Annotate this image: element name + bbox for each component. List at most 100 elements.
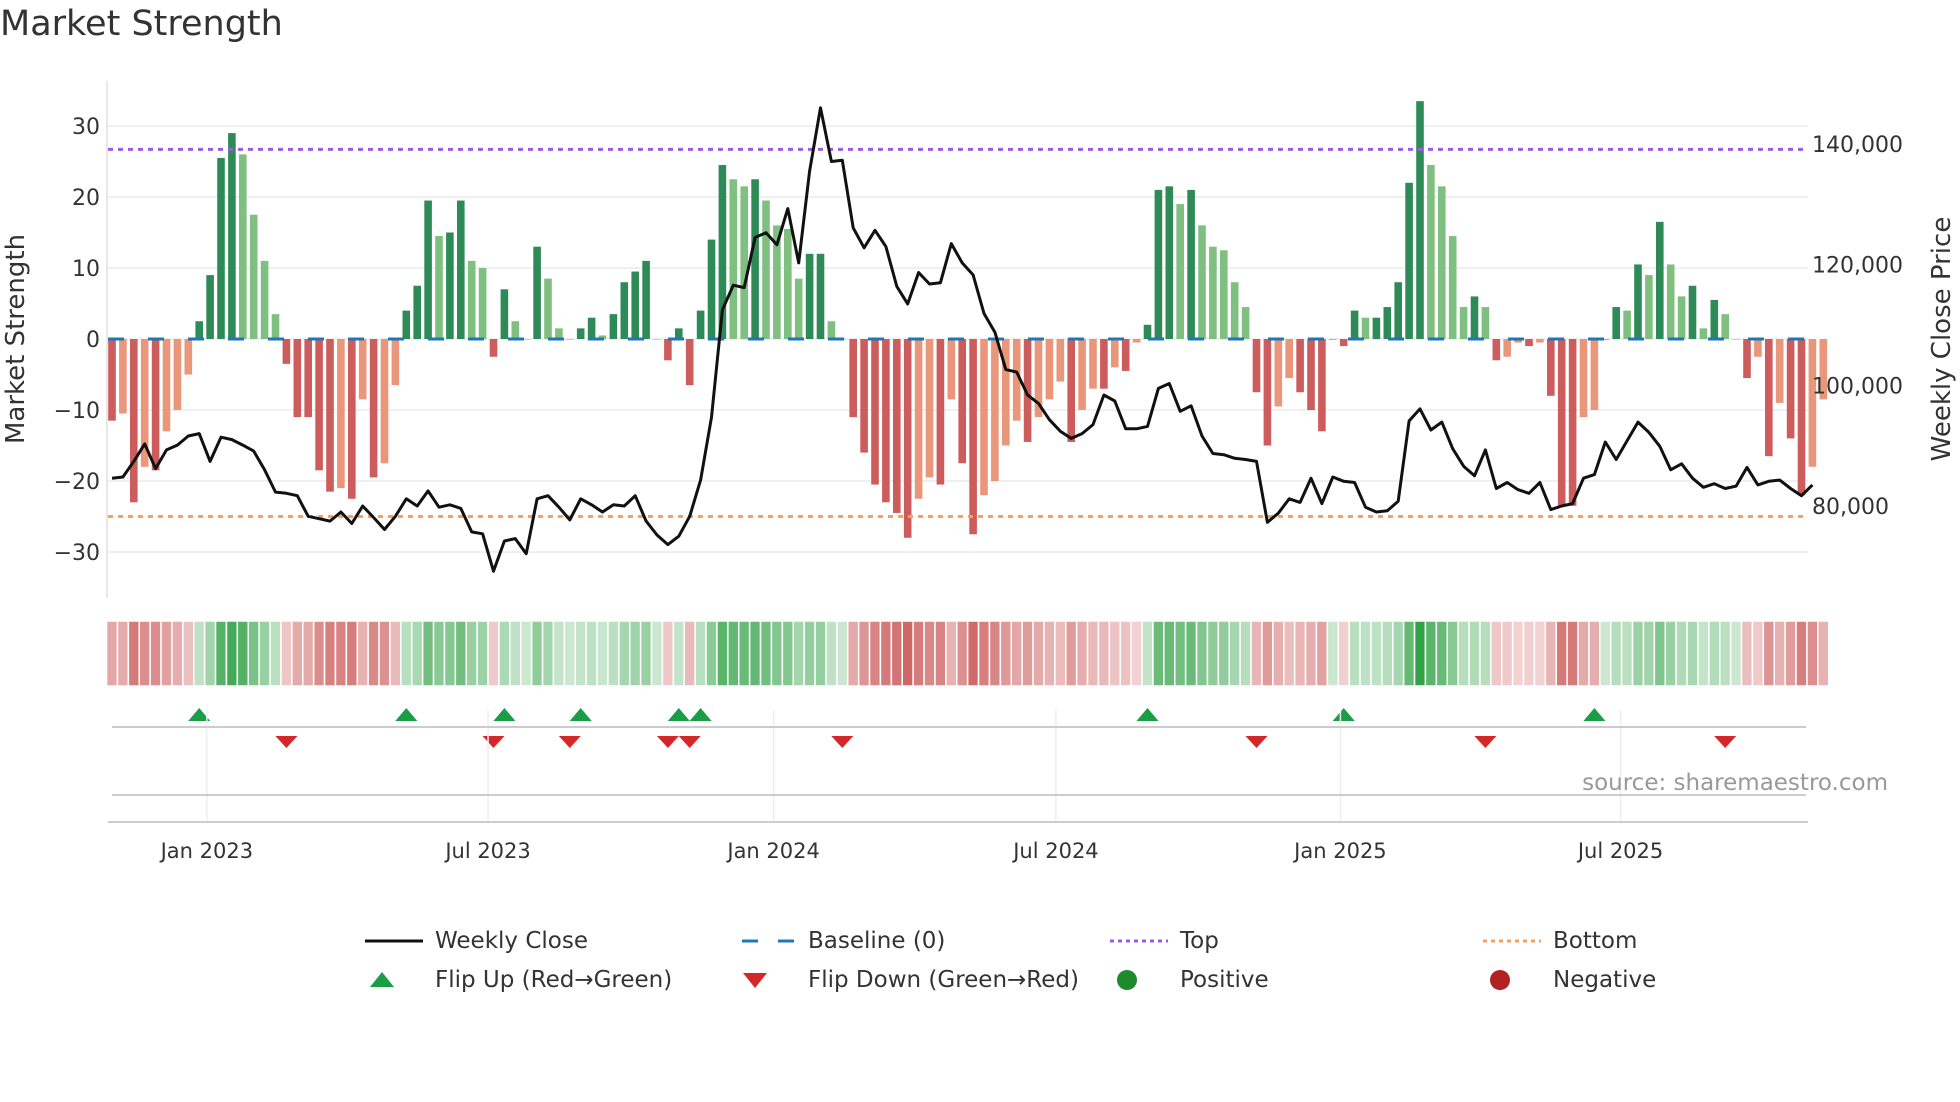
strength-bar: [1666, 264, 1675, 339]
strength-bar: [751, 179, 759, 339]
heat-cell: [857, 620, 871, 687]
strength-bar: [882, 339, 890, 503]
heat-cell: [389, 620, 402, 687]
heat-cell: [214, 620, 228, 687]
strength-bar: [195, 321, 203, 339]
strength-bar: [794, 278, 803, 339]
strength-bar: [1121, 339, 1130, 371]
heat-cell: [574, 620, 587, 687]
heat-cell: [1075, 620, 1089, 687]
strength-bar: [130, 339, 138, 503]
heat-cell: [1642, 620, 1656, 687]
heat-cell: [1130, 620, 1143, 687]
strength-bar: [653, 339, 661, 340]
y2-axis-title: Weekly Close Price: [1927, 217, 1957, 462]
heat-cell: [901, 620, 914, 687]
y-tick-label: −20: [54, 470, 100, 495]
legend-label: Top: [1180, 928, 1219, 954]
strength-bar: [991, 339, 999, 481]
strength-bar: [304, 339, 312, 418]
strength-bar: [478, 268, 487, 339]
strength-bar: [206, 275, 214, 339]
strength-bar: [380, 339, 389, 464]
heat-cell: [1577, 620, 1590, 687]
heat-cell: [1108, 620, 1121, 687]
strength-bar: [1492, 339, 1501, 361]
heat-cell: [792, 620, 805, 687]
heat-cell: [1795, 620, 1808, 687]
strength-bar: [326, 339, 334, 492]
heat-cell: [1544, 620, 1557, 687]
strength-bar: [1241, 307, 1250, 339]
heat-cell: [1119, 620, 1132, 687]
strength-bar: [1209, 246, 1217, 339]
heat-cell: [1468, 620, 1481, 687]
heat-cell: [498, 620, 511, 687]
strength-bar: [914, 339, 923, 499]
strength-bar: [1002, 339, 1010, 446]
strength-bar: [1274, 339, 1283, 407]
strength-bar: [1339, 339, 1348, 347]
strength-bar: [511, 321, 520, 339]
strength-bar: [1089, 339, 1097, 389]
strength-bar: [740, 186, 748, 339]
strength-bar: [1775, 339, 1784, 403]
strength-bar: [1547, 339, 1555, 396]
heat-cell: [1413, 620, 1427, 687]
legend-line-dotted-icon: [1483, 939, 1541, 943]
heat-cell: [966, 620, 980, 687]
heat-cell: [1773, 620, 1786, 687]
strength-bar: [1329, 339, 1337, 340]
heat-cell: [1664, 620, 1677, 687]
strength-bar: [631, 271, 639, 339]
strength-heat-strip: [105, 620, 1830, 687]
legend-line-dashed-icon: [742, 939, 796, 943]
heat-cell: [1686, 620, 1699, 687]
x-tick-label: Jan 2023: [159, 839, 254, 863]
legend-label: Flip Down (Green→Red): [808, 967, 1079, 993]
strength-bar: [217, 157, 225, 339]
strength-bar: [1296, 339, 1304, 393]
legend-label: Weekly Close: [435, 928, 588, 954]
heat-cell: [1086, 620, 1100, 687]
y2-tick-label: 120,000: [1812, 254, 1903, 279]
strength-bar: [1438, 186, 1446, 339]
strength-bar: [1427, 165, 1435, 339]
heat-cell: [1762, 620, 1775, 687]
strength-bars: [108, 101, 1828, 538]
heat-cell: [923, 620, 936, 687]
heat-cell: [541, 620, 555, 687]
heat-cell: [868, 620, 882, 687]
strength-bar: [315, 339, 323, 471]
heat-cell: [1228, 620, 1241, 687]
strength-bar: [239, 154, 247, 339]
strength-bar: [620, 282, 629, 339]
heat-cell: [1065, 620, 1078, 687]
strength-bar: [969, 339, 977, 535]
heat-cell: [1446, 620, 1459, 687]
legend-label: Positive: [1180, 967, 1269, 993]
heat-cell: [596, 620, 609, 687]
strength-bar: [805, 253, 814, 339]
strength-bar: [555, 328, 563, 339]
y-tick-label: 0: [86, 328, 100, 353]
strength-bar: [282, 339, 291, 364]
heat-cell: [182, 620, 195, 687]
heat-cell: [1533, 620, 1547, 687]
heat-cell: [1261, 620, 1274, 687]
heat-cell: [116, 620, 130, 687]
heat-cell: [203, 620, 217, 687]
strength-bar: [1710, 299, 1719, 339]
strength-bar: [446, 232, 454, 339]
flip-down-marker: [831, 736, 854, 748]
heat-cell: [345, 620, 359, 687]
heat-cell: [291, 620, 304, 687]
heat-cell: [465, 620, 478, 687]
heat-cell: [639, 620, 653, 687]
heat-cell: [1522, 620, 1536, 687]
heat-cell: [1152, 620, 1165, 687]
flip-up-marker: [395, 708, 418, 721]
flip-down-marker: [1474, 736, 1497, 748]
heat-cell: [879, 620, 893, 687]
strength-bar: [119, 339, 127, 414]
